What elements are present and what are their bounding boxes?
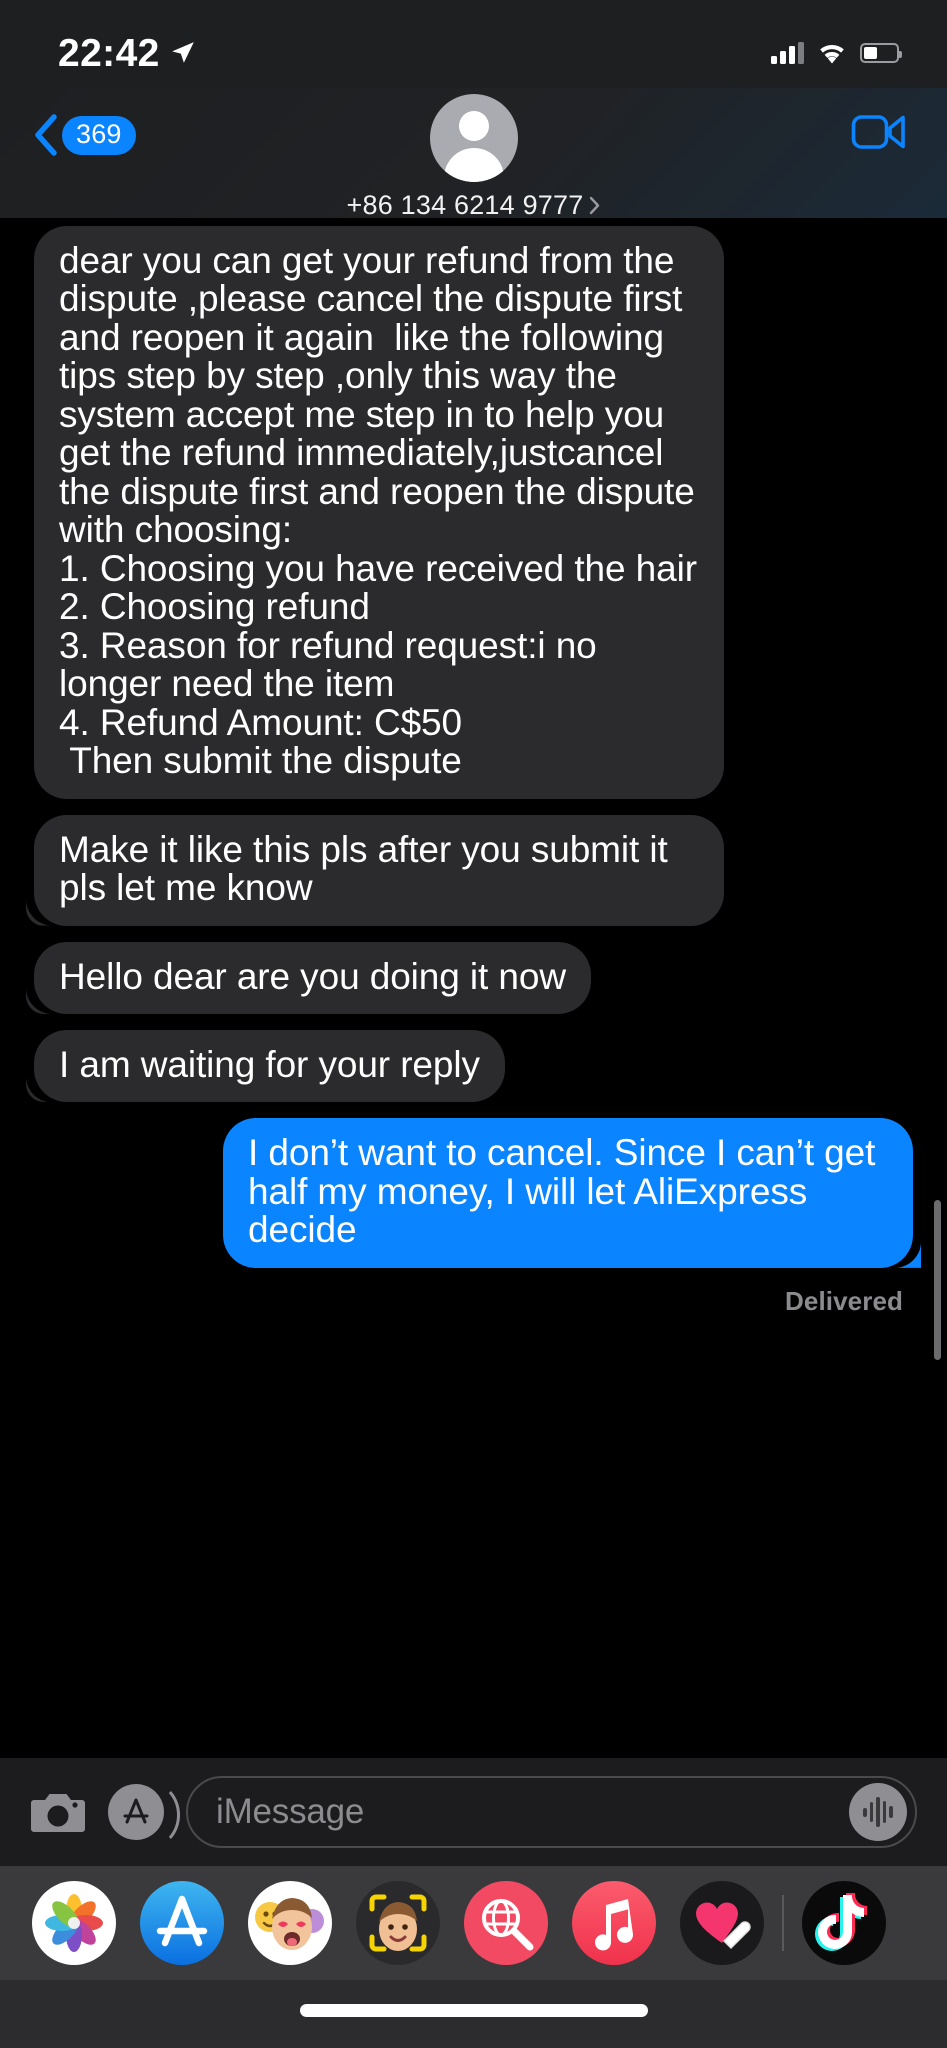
contact-name: +86 134 6214 9777 bbox=[347, 190, 584, 221]
globe-search-icon bbox=[464, 1881, 548, 1965]
status-bar: 22:42 bbox=[0, 0, 947, 88]
digital-touch-app-icon[interactable] bbox=[680, 1881, 764, 1965]
status-bar-right bbox=[771, 42, 899, 65]
memoji-camera-app-icon[interactable] bbox=[356, 1881, 440, 1965]
tiktok-app-icon[interactable] bbox=[802, 1881, 886, 1965]
message-input-placeholder: iMessage bbox=[216, 1792, 849, 1832]
cellular-bars-icon bbox=[771, 42, 804, 64]
wifi-icon bbox=[817, 42, 847, 65]
message-bubble-incoming[interactable]: Hello dear are you doing it now bbox=[34, 942, 591, 1014]
contact-header-button[interactable]: +86 134 6214 9777 bbox=[0, 88, 947, 221]
message-row: I am waiting for your reply bbox=[0, 1030, 947, 1102]
audio-message-button[interactable] bbox=[849, 1783, 907, 1841]
memoji-viewfinder-icon bbox=[356, 1881, 440, 1965]
imessage-apps-button[interactable] bbox=[108, 1784, 164, 1840]
location-arrow-icon bbox=[170, 40, 196, 66]
memoji-stickers-app-icon[interactable] bbox=[248, 1881, 332, 1965]
tiktok-note-icon bbox=[802, 1881, 886, 1965]
music-note-icon bbox=[572, 1881, 656, 1965]
message-thread[interactable]: dear you can get your refund from the di… bbox=[0, 218, 947, 1760]
app-store-icon bbox=[119, 1795, 153, 1829]
photos-app-icon[interactable] bbox=[32, 1881, 116, 1965]
images-search-app-icon[interactable] bbox=[464, 1881, 548, 1965]
chevron-right-icon bbox=[589, 196, 600, 215]
heart-fingers-icon bbox=[680, 1881, 764, 1965]
message-input-field[interactable]: iMessage bbox=[186, 1776, 917, 1848]
message-row: I don’t want to cancel. Since I can’t ge… bbox=[0, 1118, 947, 1267]
status-bar-left: 22:42 bbox=[58, 34, 196, 73]
app-drawer-divider bbox=[782, 1895, 784, 1951]
scrollbar[interactable] bbox=[934, 1200, 941, 1360]
message-row: dear you can get your refund from the di… bbox=[0, 226, 947, 799]
photos-flower-icon bbox=[32, 1881, 116, 1965]
video-camera-icon bbox=[851, 110, 907, 154]
memoji-faces-icon bbox=[248, 1881, 332, 1965]
home-indicator[interactable] bbox=[300, 2004, 648, 2017]
status-bar-clock: 22:42 bbox=[58, 34, 160, 73]
facetime-button[interactable] bbox=[851, 110, 907, 154]
message-row: Hello dear are you doing it now bbox=[0, 942, 947, 1014]
audio-waveform-icon bbox=[863, 1797, 893, 1827]
message-bubble-incoming[interactable]: Make it like this pls after you submit i… bbox=[34, 815, 724, 926]
imessage-conversation-screen: 22:42 369 bbox=[0, 0, 947, 2048]
apple-music-app-icon[interactable] bbox=[572, 1881, 656, 1965]
app-store-a-icon bbox=[140, 1881, 224, 1965]
contact-name-row: +86 134 6214 9777 bbox=[347, 190, 601, 221]
message-bubble-incoming[interactable]: dear you can get your refund from the di… bbox=[34, 226, 724, 799]
message-bubble-outgoing[interactable]: I don’t want to cancel. Since I can’t ge… bbox=[223, 1118, 913, 1267]
message-bubble-incoming[interactable]: I am waiting for your reply bbox=[34, 1030, 505, 1102]
conversation-nav-bar: 369 +86 134 6214 9777 bbox=[0, 88, 947, 218]
camera-icon[interactable] bbox=[30, 1789, 86, 1835]
avatar bbox=[430, 94, 518, 182]
delivery-status: Delivered bbox=[0, 1284, 947, 1317]
message-row: Make it like this pls after you submit i… bbox=[0, 815, 947, 926]
imessage-app-drawer[interactable] bbox=[0, 1866, 947, 1980]
message-input-bar: iMessage bbox=[0, 1758, 947, 1866]
app-store-app-icon[interactable] bbox=[140, 1881, 224, 1965]
battery-icon bbox=[860, 43, 899, 63]
home-indicator-area bbox=[0, 1980, 947, 2048]
